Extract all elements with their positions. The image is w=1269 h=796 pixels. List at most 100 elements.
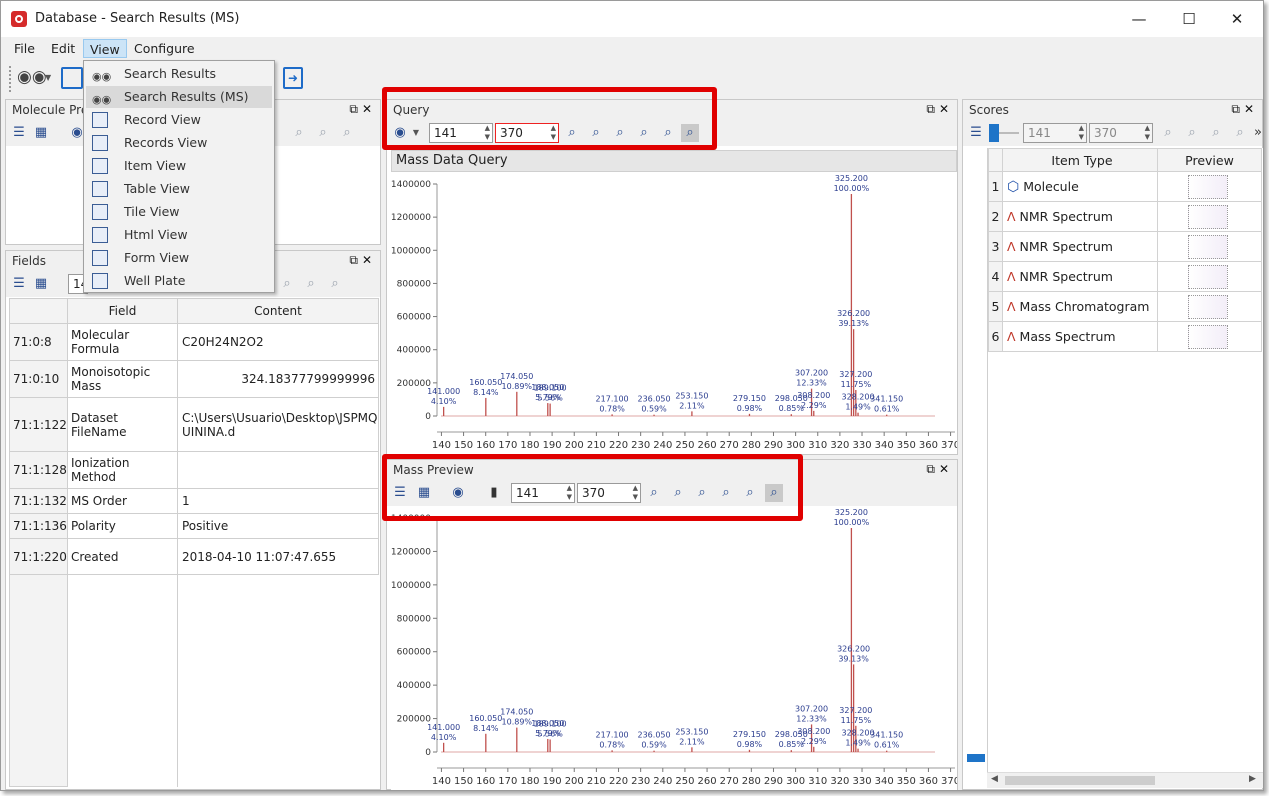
binoculars-icon[interactable]: ◉◉	[17, 67, 47, 89]
table-row[interactable]: 5 Λ Mass Chromatogram	[988, 291, 1262, 322]
panel-buttons[interactable]: ⧉✕	[349, 102, 376, 117]
table-icon[interactable]: ▦	[32, 275, 50, 293]
float-icon[interactable]: ⧉	[349, 102, 362, 116]
menu-icon[interactable]: ☰	[10, 124, 28, 142]
table-row[interactable]: 2 Λ NMR Spectrum	[988, 201, 1262, 232]
zoom-plus-icon[interactable]: ⌕	[1207, 124, 1225, 142]
export-icon[interactable]: ➜	[283, 67, 303, 89]
close-icon[interactable]: ✕	[362, 102, 376, 116]
zoom-minus-icon[interactable]: ⌕	[1231, 124, 1249, 142]
menu-edit[interactable]: Edit	[45, 39, 81, 58]
menu-item-form-view[interactable]: Form View	[86, 247, 272, 269]
close-icon[interactable]: ✕	[362, 253, 376, 267]
peak-percent-label: 4.10%	[431, 733, 457, 742]
peak-percent-label: 12.33%	[796, 714, 827, 723]
zoom-left-icon[interactable]: ⌕	[1159, 124, 1177, 142]
menu-item-html-view[interactable]: Html View	[86, 224, 272, 246]
zoom-plus-icon[interactable]: ⌕	[314, 124, 332, 142]
table-row[interactable]: 71:1:122 Dataset FileName C:\Users\Usuar…	[9, 397, 379, 452]
float-icon[interactable]: ⧉	[926, 462, 939, 476]
spin-arrows-icon[interactable]: ▲ ▼	[1145, 124, 1150, 142]
toolbar-grip[interactable]	[9, 66, 11, 92]
panel-buttons[interactable]: ⧉✕	[926, 102, 953, 117]
panel-buttons[interactable]: ⧉✕	[926, 462, 953, 477]
menu-item-tile-view[interactable]: Tile View	[86, 201, 272, 223]
menu-item-label: Well Plate	[124, 273, 186, 288]
maximize-icon[interactable]: ☐	[1167, 5, 1211, 33]
query-spectrum-chart[interactable]: 0 200000 400000 600000 800000 1000000 1200000 1…	[391, 174, 957, 454]
slider-track[interactable]	[999, 132, 1019, 134]
panel-buttons[interactable]: ⧉✕	[349, 253, 376, 268]
overflow-chevron-icon[interactable]: »	[1249, 124, 1267, 142]
column-header-preview[interactable]: Preview	[1157, 148, 1262, 172]
zoom-reset-icon[interactable]: ⌕	[326, 275, 344, 293]
scores-to-input[interactable]: 370 ▲ ▼	[1089, 123, 1153, 143]
chevron-down-icon[interactable]: ▼	[45, 73, 51, 82]
zoom-minus-icon[interactable]: ⌕	[338, 124, 356, 142]
close-icon[interactable]: ✕	[939, 102, 953, 116]
zoom-plus-icon[interactable]: ⌕	[278, 275, 296, 293]
panel-buttons[interactable]: ⧉✕	[1231, 102, 1258, 117]
float-icon[interactable]: ⧉	[926, 102, 939, 116]
close-icon[interactable]: ✕	[939, 462, 953, 476]
mass-preview-spectrum-chart[interactable]: 0 200000 400000 600000 800000 1000000 1200000 1…	[391, 508, 957, 790]
table-row[interactable]: 71:1:128 Ionization Method	[9, 451, 379, 489]
table-row[interactable]: 71:1:220 Created 2018-04-10 11:07:47.655	[9, 538, 379, 575]
scrollbar-thumb[interactable]	[1005, 776, 1155, 785]
float-icon[interactable]: ⧉	[349, 253, 362, 267]
table-row[interactable]: 71:1:132 MS Order 1	[9, 488, 379, 514]
column-header-content[interactable]: Content	[177, 298, 379, 324]
table-row[interactable]: 71:0:8 Molecular Formula C20H24N2O2	[9, 323, 379, 361]
field-name: Created	[67, 538, 178, 575]
table-row[interactable]: 3 Λ NMR Spectrum	[988, 231, 1262, 262]
menu-item-item-view[interactable]: Item View	[86, 155, 272, 177]
item-type-label: NMR Spectrum	[1019, 209, 1113, 224]
table-row[interactable]: 1 ⬡ Molecule	[988, 171, 1262, 202]
x-tick-label: 330	[852, 440, 871, 451]
column-header-field[interactable]: Field	[67, 298, 178, 324]
menu-item-search-results[interactable]: ◉◉ Search Results	[86, 63, 272, 85]
row-index: 6	[988, 321, 1003, 352]
table-row[interactable]: 71:1:136 Polarity Positive	[9, 513, 379, 539]
menu-item-record-view[interactable]: Record View	[86, 109, 272, 131]
menu-icon[interactable]: ☰	[967, 124, 985, 142]
menu-item-records-view[interactable]: Records View	[86, 132, 272, 154]
menu-item-search-results-ms[interactable]: ◉◉ Search Results (MS)	[86, 86, 272, 108]
float-icon[interactable]: ⧉	[1231, 102, 1244, 116]
vertical-slider-thumb[interactable]	[967, 754, 985, 762]
binoculars-icon: ◉◉	[92, 93, 112, 106]
spin-arrows-icon[interactable]: ▲ ▼	[1079, 124, 1084, 142]
menu-file[interactable]: File	[8, 39, 41, 58]
horizontal-scrollbar[interactable]: ◀ ▶	[987, 772, 1263, 788]
scores-to-value: 370	[1094, 126, 1117, 140]
table-row[interactable]: 71:0:10 Monoisotopic Mass 324.1837779999…	[9, 360, 379, 398]
column-header-item-type[interactable]: Item Type	[1002, 148, 1158, 172]
slider-thumb[interactable]	[989, 124, 999, 142]
close-icon[interactable]: ✕	[1244, 102, 1258, 116]
menu-item-well-plate[interactable]: Well Plate	[86, 270, 272, 292]
menu-configure[interactable]: Configure	[128, 39, 201, 58]
y-tick-label: 1200000	[391, 213, 431, 223]
mass-data-query-tab[interactable]: Mass Data Query	[391, 150, 957, 172]
zoom-right-icon[interactable]: ⌕	[1183, 124, 1201, 142]
new-record-icon[interactable]	[61, 67, 83, 89]
x-tick-label: 360	[919, 776, 938, 787]
minimize-icon[interactable]: —	[1117, 5, 1161, 33]
peak-mz-label: 279.150	[733, 394, 766, 403]
zoom-in-icon[interactable]: ⌕	[290, 124, 308, 142]
scroll-right-icon[interactable]: ▶	[1249, 774, 1256, 784]
close-window-icon[interactable]: ✕	[1215, 5, 1259, 33]
chart-background	[391, 174, 957, 454]
table-row[interactable]: 6 Λ Mass Spectrum	[988, 321, 1262, 352]
menu-icon[interactable]: ☰	[10, 275, 28, 293]
scroll-left-icon[interactable]: ◀	[991, 774, 998, 784]
table-icon[interactable]: ▦	[32, 124, 50, 142]
scores-from-input[interactable]: 141 ▲ ▼	[1023, 123, 1087, 143]
table-row[interactable]: 4 Λ NMR Spectrum	[988, 261, 1262, 292]
x-tick-label: 340	[875, 776, 894, 787]
menu-item-table-view[interactable]: Table View	[86, 178, 272, 200]
zoom-minus-icon[interactable]: ⌕	[302, 275, 320, 293]
scores-grid: Item Type Preview 1 ⬡ Molecule 2 Λ NMR S…	[987, 148, 1263, 774]
peak-mz-label: 236.050	[638, 395, 671, 404]
menu-view[interactable]: View	[83, 39, 127, 58]
